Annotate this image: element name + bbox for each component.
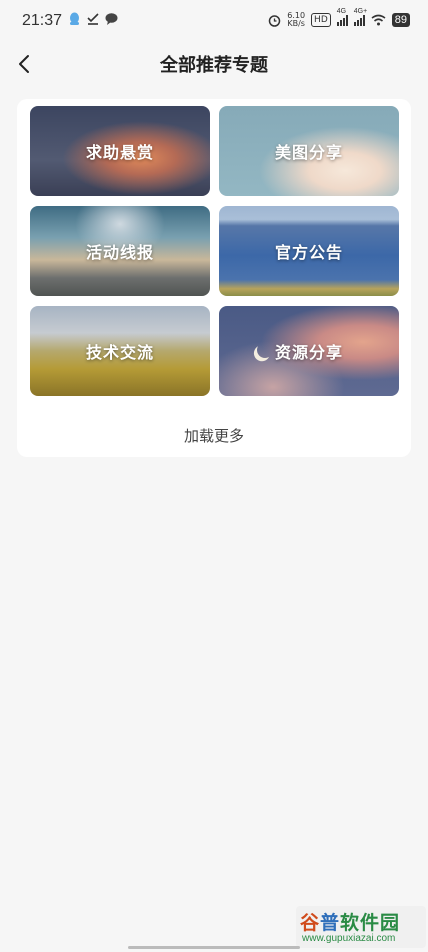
watermark-url: www.gupuxiazai.com xyxy=(302,933,396,944)
alarm-icon xyxy=(268,14,281,27)
signal-strength-1: 4G xyxy=(336,8,348,26)
hd-badge: HD xyxy=(311,13,331,27)
topics-card: 求助悬赏 美图分享 活动线报 官方公告 技术交流 资源分享 加载更多 xyxy=(17,99,411,457)
nav-bar: 全部推荐专题 xyxy=(0,42,428,86)
signal-strength-2: 4G+ xyxy=(353,8,367,26)
topic-label: 活动线报 xyxy=(85,243,154,262)
topic-label: 求助悬赏 xyxy=(85,143,154,162)
signal-2-label: 4G+ xyxy=(353,8,368,15)
page-title: 全部推荐专题 xyxy=(160,55,268,76)
home-indicator[interactable] xyxy=(128,946,300,949)
topic-tile-official-announcement[interactable]: 官方公告 xyxy=(219,206,399,296)
topic-tile-resource-share[interactable]: 资源分享 xyxy=(219,306,399,396)
network-speed: 6.10 KB/s xyxy=(287,12,305,28)
status-time: 21:37 xyxy=(22,12,63,29)
status-bar: 21:37 6.10 KB/s HD 4G 4G+ 89 xyxy=(0,0,428,42)
notification-icons xyxy=(68,12,118,26)
watermark-brand-c: 软件园 xyxy=(340,912,401,934)
topic-tile-picture-share[interactable]: 美图分享 xyxy=(219,106,399,196)
battery-indicator: 89 xyxy=(391,13,410,27)
signal-1-label: 4G xyxy=(336,8,347,15)
watermark-brand: 谷普软件园 xyxy=(300,908,400,935)
topic-tile-help-reward[interactable]: 求助悬赏 xyxy=(30,106,210,196)
topic-label: 技术交流 xyxy=(85,343,154,362)
watermark-logo: 谷普软件园 www.gupuxiazai.com xyxy=(296,906,426,948)
topics-grid: 求助悬赏 美图分享 活动线报 官方公告 技术交流 资源分享 xyxy=(30,106,399,396)
topic-label: 美图分享 xyxy=(274,143,343,162)
watermark-brand-b: 普 xyxy=(320,912,341,934)
network-speed-unit: KB/s xyxy=(287,19,305,28)
moon-decoration xyxy=(255,340,276,361)
watermark-brand-a: 谷 xyxy=(300,912,321,934)
chat-bubble-icon xyxy=(105,13,118,25)
qq-icon xyxy=(70,12,79,25)
load-more-button[interactable]: 加载更多 xyxy=(17,425,411,446)
topic-label: 资源分享 xyxy=(274,343,343,362)
wifi-icon xyxy=(371,14,386,26)
topic-label: 官方公告 xyxy=(274,243,343,262)
status-right: 6.10 KB/s HD 4G 4G+ 89 xyxy=(268,8,410,28)
topic-tile-tech-exchange[interactable]: 技术交流 xyxy=(30,306,210,396)
download-check-icon xyxy=(87,13,99,25)
topic-tile-event-news[interactable]: 活动线报 xyxy=(30,206,210,296)
